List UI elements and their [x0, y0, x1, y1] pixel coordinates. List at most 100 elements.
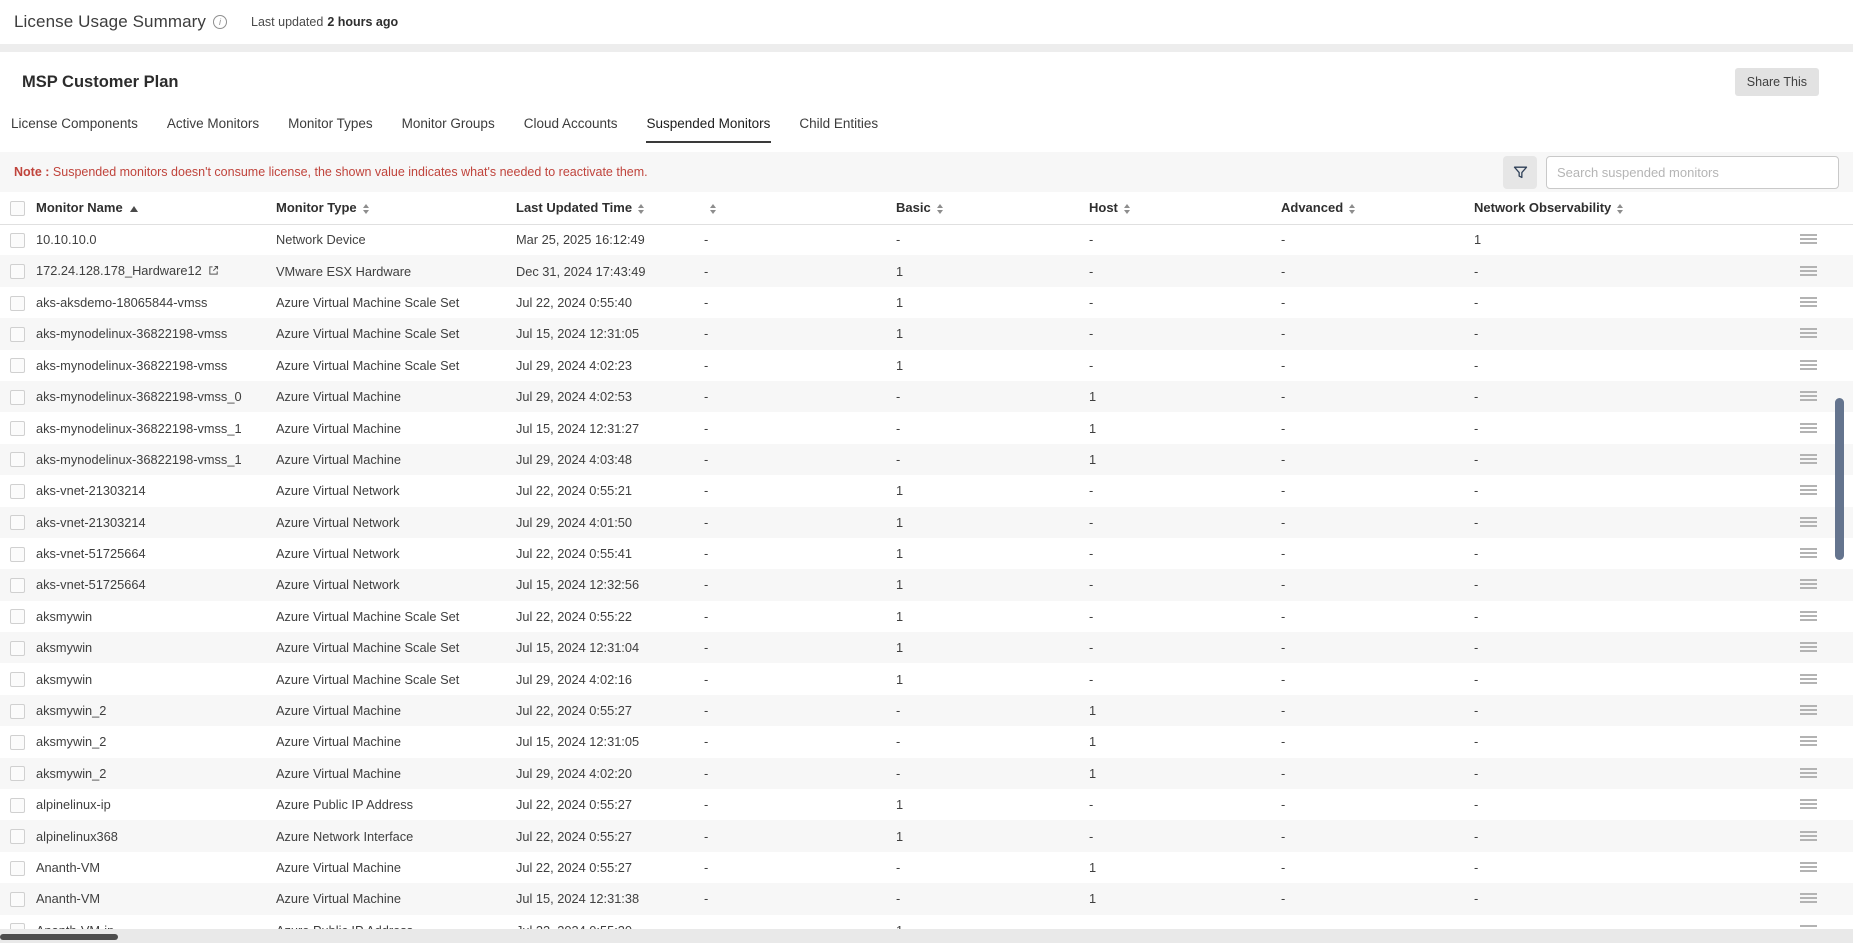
- row-menu-icon[interactable]: [1800, 768, 1817, 770]
- cell-advanced: -: [1281, 758, 1474, 789]
- row-menu-icon[interactable]: [1800, 799, 1817, 801]
- row-menu-icon[interactable]: [1800, 548, 1817, 550]
- cell-advanced: -: [1281, 224, 1474, 255]
- row-checkbox[interactable]: [10, 390, 25, 405]
- row-checkbox[interactable]: [10, 421, 25, 436]
- row-menu-icon[interactable]: [1800, 517, 1817, 519]
- column-header-updated[interactable]: Last Updated Time: [516, 192, 704, 224]
- cell-name: aksmywin: [36, 601, 276, 632]
- row-checkbox[interactable]: [10, 861, 25, 876]
- cell-advanced: -: [1281, 789, 1474, 820]
- column-header-name[interactable]: Monitor Name: [36, 192, 276, 224]
- cell-blank: -: [704, 381, 896, 412]
- tab-suspended-monitors[interactable]: Suspended Monitors: [646, 110, 772, 143]
- row-menu-icon[interactable]: [1800, 674, 1817, 676]
- row-checkbox[interactable]: [10, 358, 25, 373]
- table-row: aksmywinAzure Virtual Machine Scale SetJ…: [0, 632, 1853, 663]
- row-menu-icon[interactable]: [1800, 893, 1817, 895]
- table-row: aksmywin_2Azure Virtual MachineJul 22, 2…: [0, 695, 1853, 726]
- row-menu-icon[interactable]: [1800, 297, 1817, 299]
- cell-type: Azure Virtual Network: [276, 569, 516, 600]
- row-checkbox[interactable]: [10, 892, 25, 907]
- row-checkbox[interactable]: [10, 609, 25, 624]
- vertical-scrollbar-thumb[interactable]: [1835, 398, 1844, 560]
- row-menu-icon[interactable]: [1800, 831, 1817, 833]
- row-checkbox[interactable]: [10, 296, 25, 311]
- row-menu-icon[interactable]: [1800, 360, 1817, 362]
- cell-name: aksmywin_2: [36, 726, 276, 757]
- column-header-basic[interactable]: Basic: [896, 192, 1089, 224]
- row-menu-icon[interactable]: [1800, 328, 1817, 330]
- row-checkbox[interactable]: [10, 672, 25, 687]
- column-header-netobs[interactable]: Network Observability: [1474, 192, 1754, 224]
- tab-monitor-groups[interactable]: Monitor Groups: [401, 110, 496, 143]
- row-menu-icon[interactable]: [1800, 454, 1817, 456]
- row-menu-icon[interactable]: [1800, 234, 1817, 236]
- column-label: Monitor Name: [36, 200, 123, 215]
- info-icon[interactable]: i: [213, 15, 227, 29]
- cell-basic: -: [896, 695, 1089, 726]
- cell-name: aksmywin: [36, 632, 276, 663]
- horizontal-scrollbar-thumb[interactable]: [0, 934, 118, 940]
- cell-name: aks-mynodelinux-36822198-vmss_1: [36, 444, 276, 475]
- sort-icon: [1124, 204, 1130, 214]
- row-menu-icon[interactable]: [1800, 579, 1817, 581]
- row-menu-icon[interactable]: [1800, 736, 1817, 738]
- share-this-button[interactable]: Share This: [1735, 68, 1819, 96]
- select-all-checkbox[interactable]: [10, 201, 25, 216]
- column-header-type[interactable]: Monitor Type: [276, 192, 516, 224]
- cell-netobs: -: [1474, 758, 1754, 789]
- external-link-icon[interactable]: [208, 264, 219, 279]
- tab-cloud-accounts[interactable]: Cloud Accounts: [523, 110, 619, 143]
- row-checkbox[interactable]: [10, 578, 25, 593]
- column-header-blank[interactable]: [704, 192, 896, 224]
- cell-type: Azure Virtual Machine Scale Set: [276, 350, 516, 381]
- row-checkbox[interactable]: [10, 766, 25, 781]
- cell-blank: -: [704, 820, 896, 851]
- row-checkbox[interactable]: [10, 641, 25, 656]
- cell-name: aks-vnet-21303214: [36, 475, 276, 506]
- cell-netobs: 1: [1474, 224, 1754, 255]
- row-checkbox[interactable]: [10, 798, 25, 813]
- row-checkbox[interactable]: [10, 735, 25, 750]
- cell-type: Azure Virtual Network: [276, 475, 516, 506]
- row-menu-icon[interactable]: [1800, 423, 1817, 425]
- row-menu-icon[interactable]: [1800, 391, 1817, 393]
- row-menu-icon[interactable]: [1800, 642, 1817, 644]
- row-checkbox[interactable]: [10, 264, 25, 279]
- cell-name: aksmywin_2: [36, 758, 276, 789]
- column-header-advanced[interactable]: Advanced: [1281, 192, 1474, 224]
- column-header-host[interactable]: Host: [1089, 192, 1281, 224]
- row-checkbox[interactable]: [10, 829, 25, 844]
- cell-type: Azure Virtual Machine: [276, 726, 516, 757]
- cell-updated: Jul 22, 2024 0:55:27: [516, 695, 704, 726]
- row-menu-icon[interactable]: [1800, 485, 1817, 487]
- cell-updated: Mar 25, 2025 16:12:49: [516, 224, 704, 255]
- row-menu-icon[interactable]: [1800, 862, 1817, 864]
- row-checkbox[interactable]: [10, 452, 25, 467]
- search-input[interactable]: [1546, 156, 1839, 189]
- cell-name: aksmywin_2: [36, 695, 276, 726]
- row-checkbox[interactable]: [10, 327, 25, 342]
- cell-netobs: -: [1474, 287, 1754, 318]
- row-checkbox[interactable]: [10, 233, 25, 248]
- row-checkbox[interactable]: [10, 547, 25, 562]
- row-menu-icon[interactable]: [1800, 925, 1817, 927]
- row-checkbox[interactable]: [10, 484, 25, 499]
- tab-monitor-types[interactable]: Monitor Types: [287, 110, 374, 143]
- sort-icon: [937, 204, 943, 214]
- cell-netobs: -: [1474, 538, 1754, 569]
- tab-license-components[interactable]: License Components: [10, 110, 139, 143]
- row-menu-icon[interactable]: [1800, 611, 1817, 613]
- filter-button[interactable]: [1503, 156, 1537, 189]
- row-checkbox[interactable]: [10, 704, 25, 719]
- row-menu-icon[interactable]: [1800, 705, 1817, 707]
- row-checkbox[interactable]: [10, 515, 25, 530]
- cell-name: Ananth-VM: [36, 883, 276, 914]
- tab-child-entities[interactable]: Child Entities: [798, 110, 879, 143]
- tab-active-monitors[interactable]: Active Monitors: [166, 110, 260, 143]
- row-menu-icon[interactable]: [1800, 266, 1817, 268]
- table-header-row: Monitor Name Monitor TypeLast Updated Tim…: [0, 192, 1853, 224]
- cell-basic: -: [896, 444, 1089, 475]
- cell-basic: 1: [896, 255, 1089, 286]
